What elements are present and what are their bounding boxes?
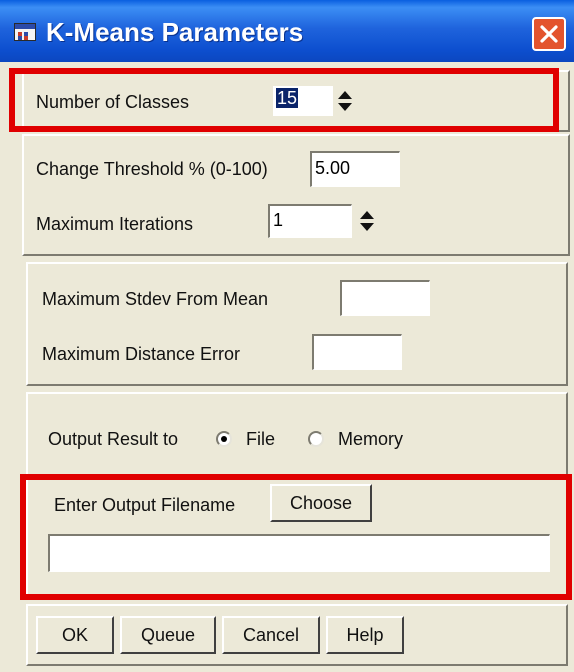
output-file-radio[interactable] bbox=[216, 431, 232, 447]
output-file-label[interactable]: File bbox=[246, 428, 275, 450]
window-title: K-Means Parameters bbox=[46, 17, 304, 47]
close-icon bbox=[540, 25, 558, 43]
distance-input[interactable] bbox=[312, 334, 402, 370]
close-button[interactable] bbox=[532, 17, 566, 51]
iterations-spinner-arrows-icon[interactable] bbox=[358, 207, 376, 235]
cancel-button[interactable]: Cancel bbox=[222, 616, 320, 654]
limits-panel: Maximum Stdev From Mean Maximum Distance… bbox=[26, 262, 568, 386]
help-button[interactable]: Help bbox=[326, 616, 404, 654]
output-memory-radio[interactable] bbox=[308, 431, 324, 447]
distance-label: Maximum Distance Error bbox=[42, 344, 241, 364]
change-panel: Change Threshold % (0-100) 5.00 Maximum … bbox=[22, 134, 570, 256]
stdev-input[interactable] bbox=[340, 280, 430, 316]
queue-button[interactable]: Queue bbox=[120, 616, 216, 654]
ok-button[interactable]: OK bbox=[36, 616, 114, 654]
k-means-dialog: K-Means Parameters Number of Classes 15 … bbox=[0, 0, 574, 672]
iterations-label: Maximum Iterations bbox=[36, 214, 194, 234]
title-bar[interactable]: K-Means Parameters bbox=[0, 0, 574, 62]
button-bar: OK Queue Cancel Help bbox=[26, 604, 568, 666]
output-memory-label[interactable]: Memory bbox=[338, 428, 403, 450]
classes-highlight-box bbox=[9, 68, 559, 132]
threshold-label: Change Threshold % (0-100) bbox=[36, 159, 268, 179]
app-icon bbox=[14, 23, 36, 41]
output-label: Output Result to bbox=[48, 429, 179, 449]
threshold-input[interactable]: 5.00 bbox=[310, 151, 400, 187]
stdev-label: Maximum Stdev From Mean bbox=[42, 289, 269, 309]
filename-highlight-box bbox=[20, 474, 572, 600]
iterations-input[interactable]: 1 bbox=[268, 204, 352, 238]
